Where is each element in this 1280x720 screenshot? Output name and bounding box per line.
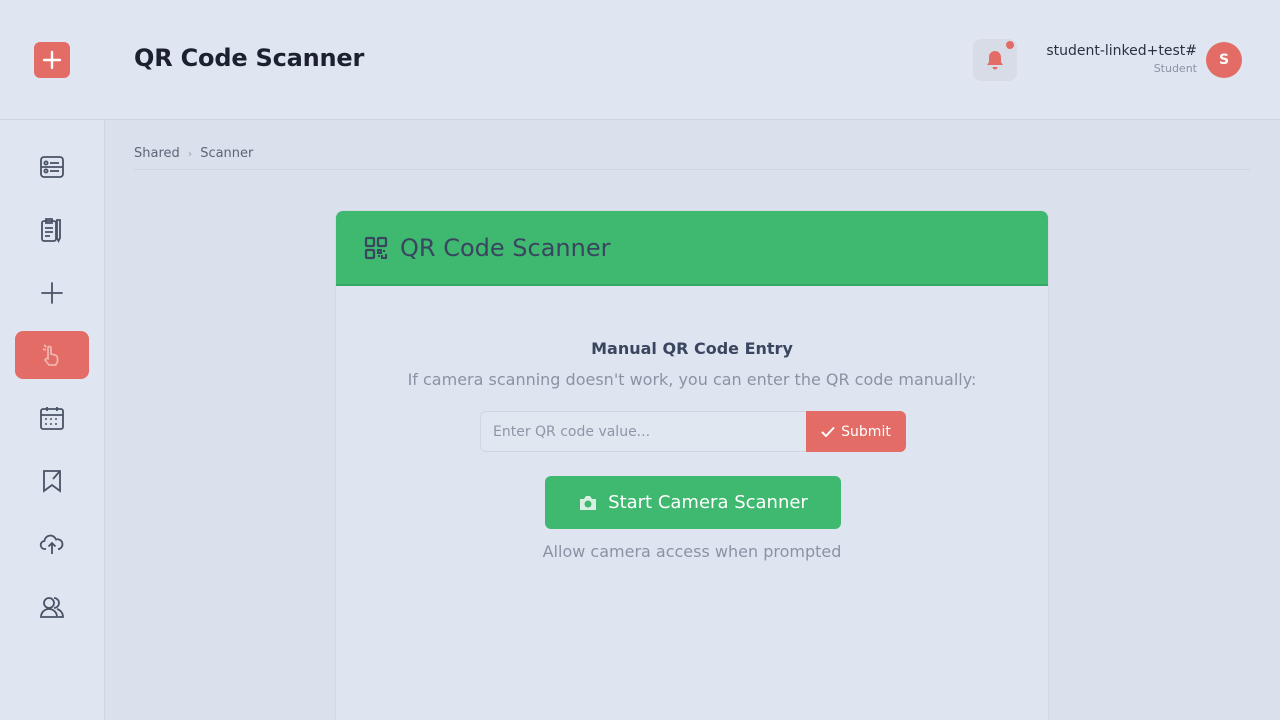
main-content: Shared › Scanner QR Code Scanner Manual … (105, 120, 1280, 720)
cloud-upload-icon (39, 534, 64, 554)
sidebar-item-calendar[interactable] (15, 394, 89, 442)
notifications-button[interactable] (973, 39, 1017, 81)
manual-entry-row: Submit (480, 411, 906, 452)
start-camera-scanner-button[interactable]: Start Camera Scanner (545, 476, 841, 529)
check-icon (821, 426, 835, 437)
sidebar-item-upload[interactable] (15, 520, 89, 568)
sidebar-item-users[interactable] (15, 583, 89, 631)
submit-button[interactable]: Submit (806, 411, 906, 452)
users-icon (40, 597, 64, 618)
calendar-icon (40, 407, 64, 430)
qr-code-input[interactable] (480, 411, 806, 452)
sidebar-item-scanner[interactable] (15, 331, 89, 379)
plus-icon (42, 50, 62, 70)
dashboard-icon (40, 156, 64, 178)
breadcrumb-item-shared[interactable]: Shared (134, 146, 180, 161)
breadcrumb-separator: › (187, 147, 193, 160)
qr-code-icon (364, 236, 388, 259)
camera-icon (580, 495, 597, 510)
sidebar-item-assignments[interactable] (15, 206, 89, 254)
add-logo-button[interactable] (34, 42, 70, 78)
sidebar-item-bookmarks[interactable] (15, 457, 89, 505)
plus-icon (41, 282, 63, 304)
scanner-card: QR Code Scanner Manual QR Code Entry If … (335, 210, 1049, 720)
manual-entry-title: Manual QR Code Entry (591, 339, 793, 358)
submit-button-label: Submit (841, 423, 891, 440)
avatar[interactable]: S (1206, 42, 1242, 78)
sidebar (0, 120, 105, 720)
manual-entry-subtitle: If camera scanning doesn't work, you can… (407, 370, 977, 389)
breadcrumb-item-scanner: Scanner (200, 146, 254, 161)
bell-icon (987, 51, 1003, 70)
camera-hint: Allow camera access when prompted (542, 542, 842, 561)
user-name: student-linked+test# (1046, 43, 1197, 59)
card-title: QR Code Scanner (400, 233, 611, 262)
sidebar-item-add[interactable] (15, 269, 89, 317)
card-header: QR Code Scanner (336, 211, 1048, 286)
user-info[interactable]: student-linked+test# Student (1046, 43, 1197, 75)
breadcrumb: Shared › Scanner (134, 146, 1250, 170)
clipboard-icon (41, 218, 61, 243)
bookmark-icon (43, 470, 61, 493)
camera-button-label: Start Camera Scanner (608, 492, 808, 513)
user-role: Student (1153, 62, 1197, 75)
page-title: QR Code Scanner (134, 44, 365, 72)
top-bar: QR Code Scanner student-linked+test# Stu… (0, 0, 1280, 120)
hand-pointer-icon (42, 344, 59, 366)
notification-badge (1006, 41, 1014, 49)
sidebar-item-dashboard[interactable] (15, 143, 89, 191)
